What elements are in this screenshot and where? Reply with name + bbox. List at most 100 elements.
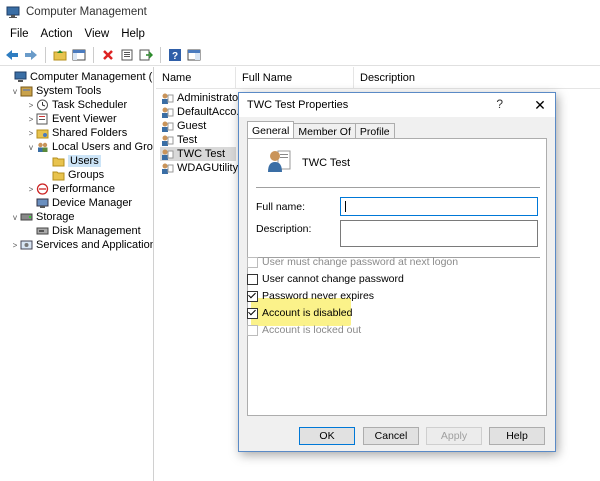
- checkbox[interactable]: [247, 307, 258, 319]
- back-arrow-icon[interactable]: [4, 47, 20, 63]
- event-viewer-icon: [36, 113, 48, 125]
- help-icon[interactable]: ?: [167, 47, 183, 63]
- ok-button[interactable]: OK: [299, 427, 355, 445]
- tree-item-storage[interactable]: v Storage: [10, 210, 75, 224]
- toolbar: ?: [0, 44, 600, 66]
- chevron-right-icon[interactable]: >: [26, 115, 36, 124]
- menu-help[interactable]: Help: [115, 28, 151, 40]
- divider: [256, 187, 540, 188]
- close-icon[interactable]: ✕: [525, 93, 555, 117]
- chevron-down-icon[interactable]: v: [10, 87, 20, 96]
- clock-icon: [37, 99, 48, 111]
- tab-general[interactable]: General: [247, 121, 295, 139]
- folder-icon: [52, 171, 65, 181]
- list-item[interactable]: WDAGUtility...: [160, 161, 246, 175]
- list-header: Name Full Name Description: [156, 67, 600, 89]
- help-question-icon[interactable]: ?: [496, 97, 503, 111]
- delete-icon[interactable]: [100, 47, 116, 63]
- users-group-icon: [38, 142, 48, 152]
- list-item[interactable]: Test: [160, 133, 197, 147]
- checkbox[interactable]: [247, 324, 258, 336]
- checkbox-account-locked-out[interactable]: Account is locked out: [247, 323, 361, 337]
- user-icon: [162, 163, 174, 174]
- list-item[interactable]: DefaultAcco...: [160, 105, 245, 119]
- description-label: Description:: [256, 223, 312, 235]
- checkbox-password-never-expires[interactable]: Password never expires: [247, 289, 374, 303]
- performance-icon: [36, 183, 49, 195]
- check-icon: [248, 290, 256, 298]
- tab-profile[interactable]: Profile: [354, 123, 395, 139]
- tree-item-performance[interactable]: > Performance: [26, 182, 115, 196]
- window-title: Computer Management: [26, 6, 147, 18]
- column-name[interactable]: Name: [156, 67, 236, 88]
- tree-item-system-tools[interactable]: v System Tools: [10, 84, 101, 98]
- user-icon: [162, 107, 174, 118]
- tab-member-of[interactable]: Member Of: [293, 123, 356, 139]
- user-display-name: TWC Test: [302, 157, 351, 169]
- svg-text:?: ?: [172, 51, 178, 62]
- tree-item-event-viewer[interactable]: > Event Viewer: [26, 112, 117, 126]
- menu-view[interactable]: View: [79, 28, 116, 40]
- user-icon: [268, 150, 291, 172]
- console-tree: Computer Management (Local v System Tool…: [0, 67, 154, 481]
- tools-icon: [20, 86, 33, 97]
- up-folder-icon[interactable]: [52, 47, 68, 63]
- tree-item-computer-management[interactable]: Computer Management (Local: [4, 70, 153, 84]
- disk-icon: [36, 227, 49, 235]
- menu-file[interactable]: File: [4, 28, 35, 40]
- check-icon: [248, 307, 256, 315]
- forward-arrow-icon[interactable]: [23, 47, 39, 63]
- tree-item-disk-management[interactable]: Disk Management: [26, 224, 141, 238]
- list-item[interactable]: Administrator: [160, 91, 242, 105]
- chevron-right-icon[interactable]: >: [26, 129, 36, 138]
- tree-item-shared-folders[interactable]: > Shared Folders: [26, 126, 128, 140]
- chevron-down-icon[interactable]: v: [10, 213, 20, 222]
- computer-management-icon: [6, 6, 20, 18]
- folder-icon: [52, 157, 65, 167]
- services-icon: [20, 240, 33, 250]
- properties-icon[interactable]: [119, 47, 135, 63]
- tree-item-local-users-and-groups[interactable]: v Local Users and Groups: [26, 140, 153, 154]
- dialog-title-bar: TWC Test Properties ? ✕: [239, 93, 555, 117]
- full-name-label: Full name:: [256, 201, 306, 213]
- apply-button[interactable]: Apply: [426, 427, 482, 445]
- menu-action[interactable]: Action: [35, 28, 79, 40]
- user-icon: [162, 149, 174, 160]
- help-button[interactable]: Help: [489, 427, 545, 445]
- user-icon: [162, 135, 174, 146]
- computer-management-icon: [14, 71, 27, 82]
- list-item[interactable]: TWC Test: [160, 147, 236, 161]
- chevron-right-icon[interactable]: >: [26, 101, 36, 110]
- user-icon: [162, 93, 174, 104]
- console-icon[interactable]: [186, 47, 202, 63]
- checkbox-account-disabled[interactable]: Account is disabled: [247, 306, 352, 320]
- chevron-down-icon[interactable]: v: [26, 143, 36, 152]
- checkbox-must-change-password[interactable]: User must change password at next logon: [247, 255, 458, 269]
- checkbox[interactable]: [247, 256, 258, 268]
- column-full-name[interactable]: Full Name: [236, 67, 354, 88]
- cancel-button[interactable]: Cancel: [363, 427, 419, 445]
- list-item[interactable]: Guest: [160, 119, 206, 133]
- export-icon[interactable]: [138, 47, 154, 63]
- device-manager-icon: [36, 198, 49, 208]
- tree-item-groups[interactable]: Groups: [42, 168, 104, 182]
- chevron-right-icon[interactable]: >: [10, 241, 20, 250]
- description-field[interactable]: [340, 220, 538, 247]
- chevron-right-icon[interactable]: >: [26, 185, 36, 194]
- checkbox[interactable]: [247, 273, 258, 285]
- tree-item-services-and-applications[interactable]: > Services and Applications: [10, 238, 153, 252]
- properties-dialog: TWC Test Properties ? ✕ General Member O…: [238, 92, 556, 452]
- menu-bar: File Action View Help: [0, 24, 600, 44]
- full-name-field[interactable]: [340, 197, 538, 216]
- column-description[interactable]: Description: [354, 67, 474, 88]
- title-bar: Computer Management: [0, 0, 600, 24]
- show-tree-icon[interactable]: [71, 47, 87, 63]
- tree-item-device-manager[interactable]: Device Manager: [26, 196, 132, 210]
- checkbox-cannot-change-password[interactable]: User cannot change password: [247, 272, 404, 286]
- tree-item-task-scheduler[interactable]: > Task Scheduler: [26, 98, 128, 112]
- tree-item-users[interactable]: Users: [42, 154, 101, 168]
- checkbox[interactable]: [247, 290, 258, 302]
- dialog-title: TWC Test Properties: [247, 99, 349, 111]
- user-icon: [162, 121, 174, 132]
- shared-folders-icon: [36, 129, 49, 139]
